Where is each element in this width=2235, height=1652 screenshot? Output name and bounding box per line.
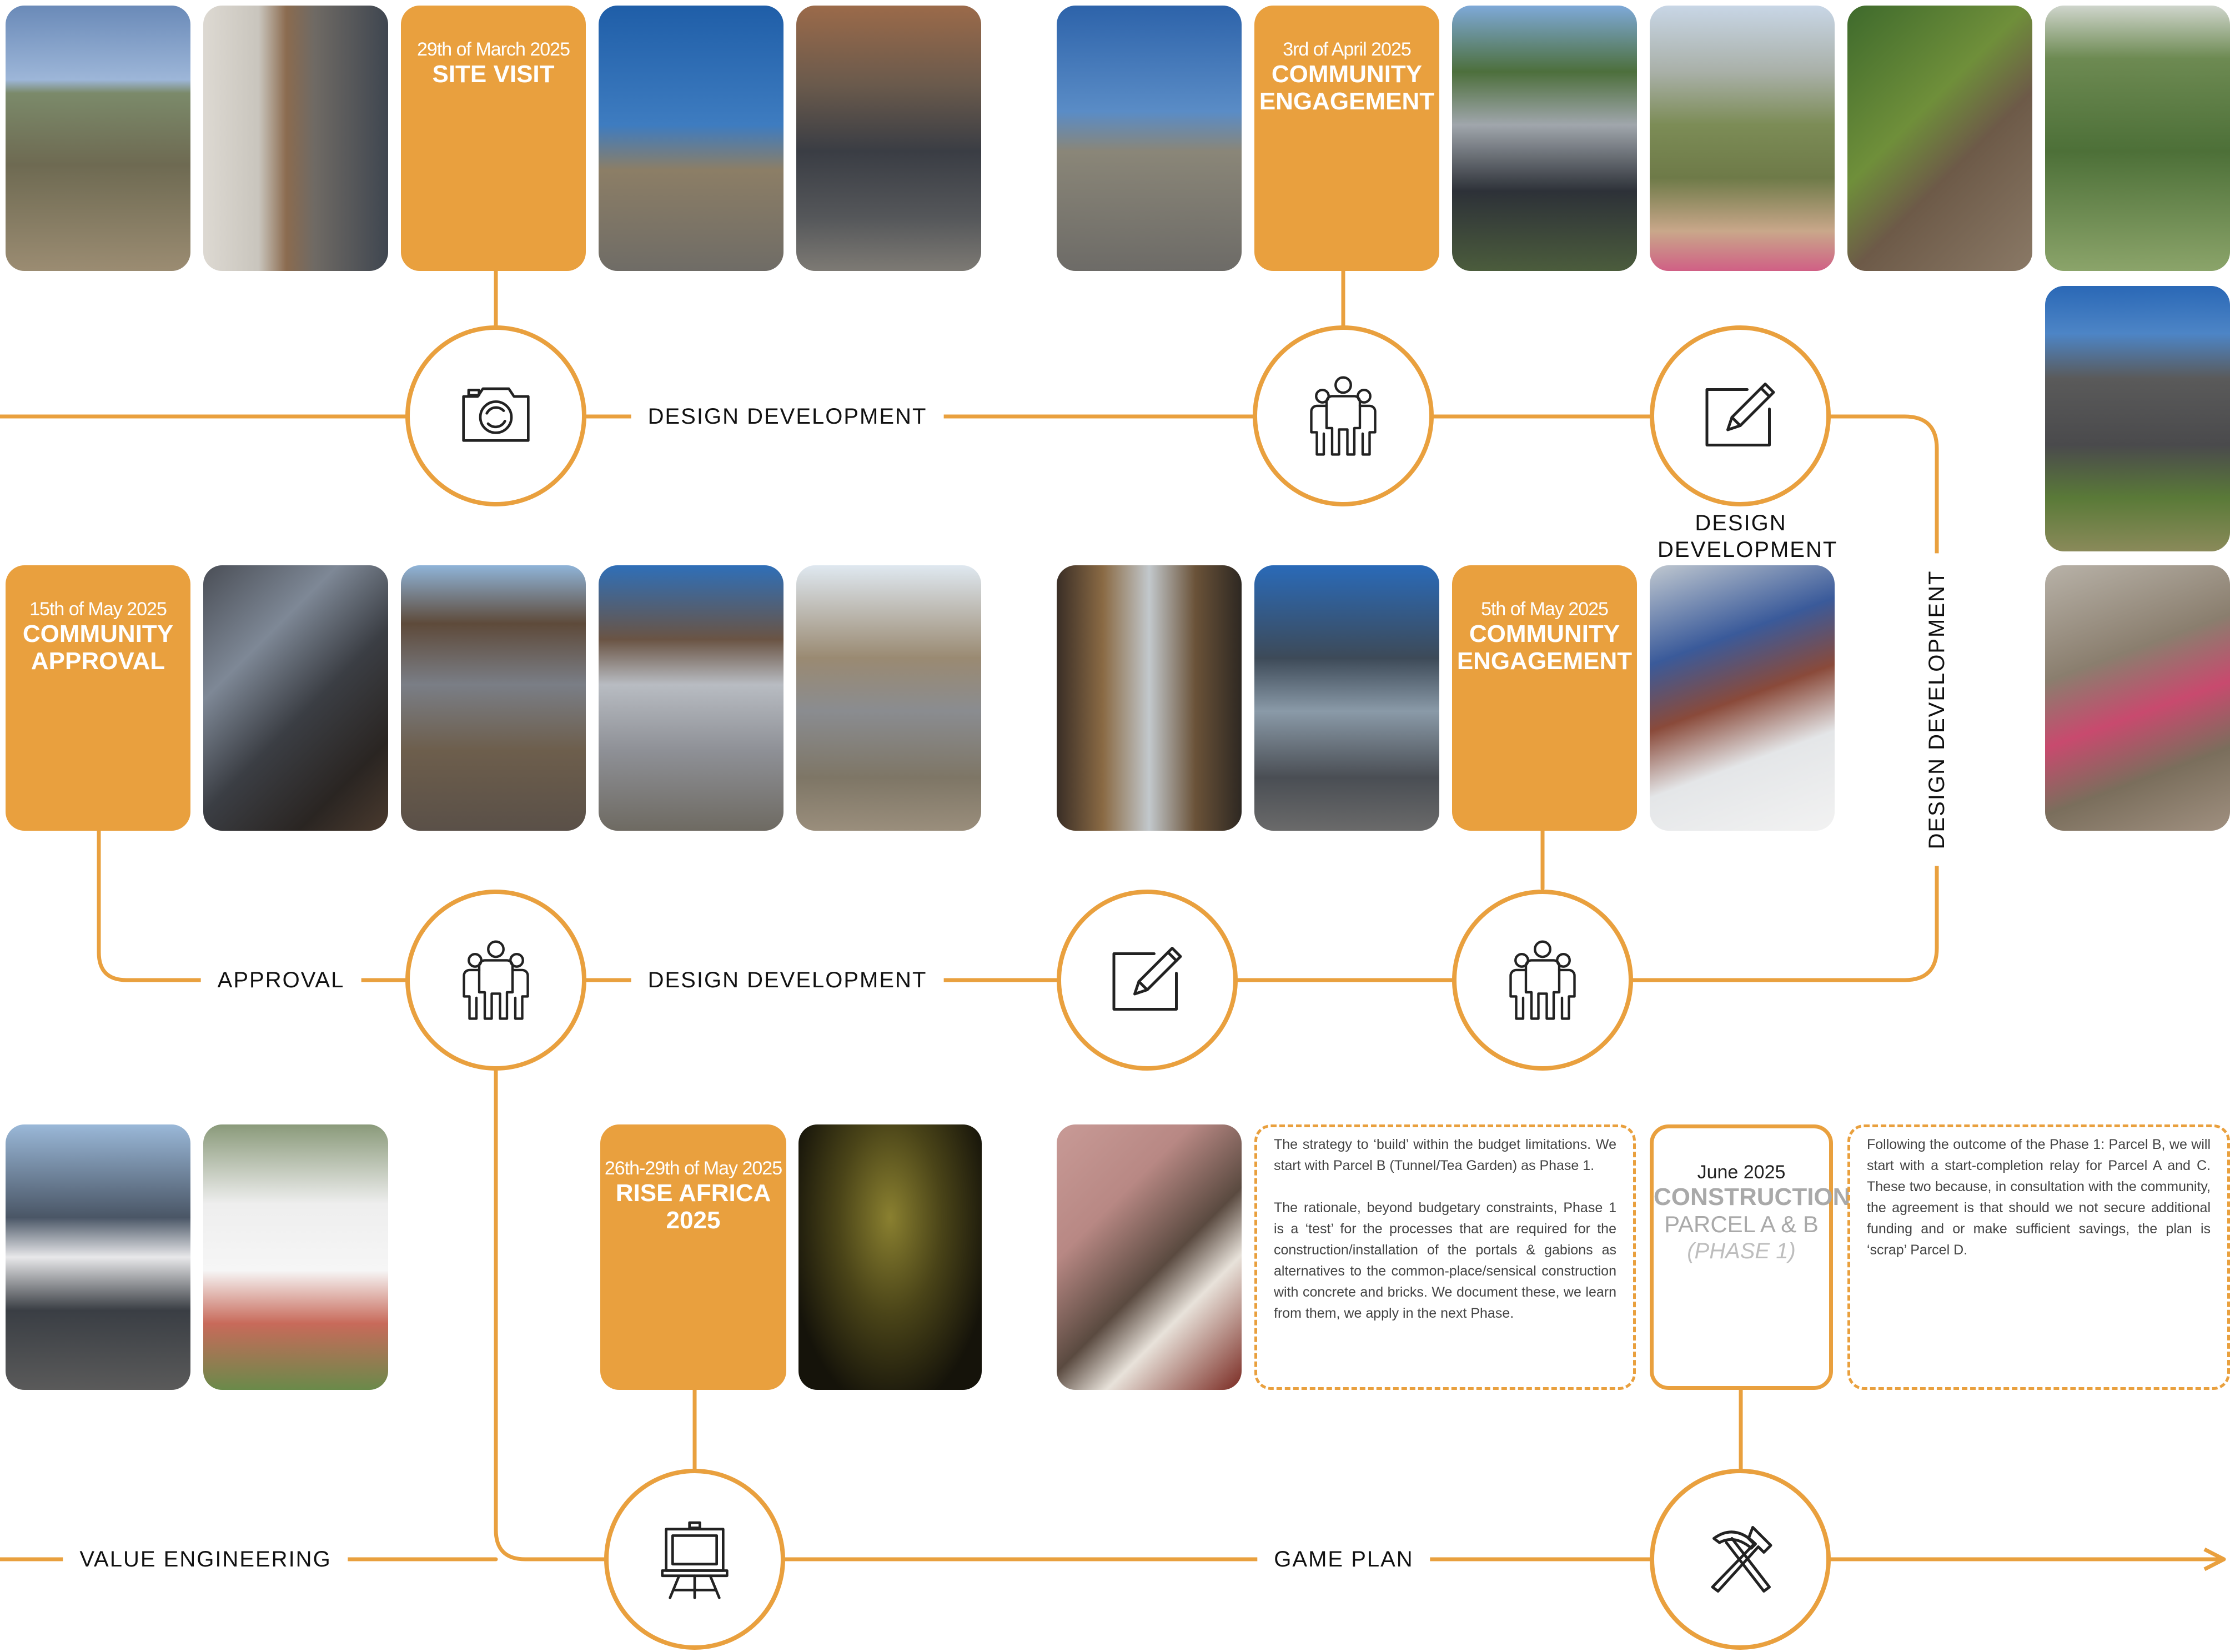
photo-pavilion-wide: [796, 565, 981, 831]
rise-africa-title: RISE AFRICA 2025: [615, 1179, 771, 1234]
approval-title: COMMUNITY APPROVAL: [22, 620, 174, 675]
construction-title: CONSTRUCTION: [1654, 1183, 1851, 1211]
engagement-1-title: COMMUNITY ENGAGEMENT: [1259, 61, 1435, 115]
camera-icon: [451, 377, 540, 455]
photo-greenhouse: [203, 1124, 388, 1390]
photo-glass-door: [1057, 565, 1242, 831]
card-rise-africa: 26th-29th of May 2025 RISE AFRICA 2025: [600, 1124, 786, 1390]
site-visit-date: 29th of March 2025: [417, 39, 570, 60]
approval-date: 15th of May 2025: [29, 599, 167, 620]
card-engagement-1: 3rd of April 2025 COMMUNITY ENGAGEMENT: [1254, 6, 1439, 271]
photo-tunnel-structure: [2045, 286, 2230, 551]
photo-garden-box: [1847, 6, 2032, 271]
node-engagement-2: [1452, 890, 1633, 1071]
photo-community-group: [1452, 6, 1637, 271]
pen-on-paper-icon: [1106, 938, 1189, 1022]
note-strategy: The strategy to ‘build’ within the budge…: [1254, 1124, 1636, 1390]
photo-shack-wall: [203, 6, 388, 271]
card-approval: 15th of May 2025 COMMUNITY APPROVAL: [6, 565, 190, 831]
engagement-2-date: 5th of May 2025: [1481, 599, 1609, 620]
pen-on-paper-icon: [1699, 374, 1782, 458]
photo-gabion-detail: [203, 565, 388, 831]
photo-drawings-table: [1650, 565, 1835, 831]
rise-africa-date: 26th-29th of May 2025: [604, 1158, 782, 1179]
node-approval: [405, 890, 586, 1071]
construction-subtitle: PARCEL A & B: [1664, 1211, 1819, 1237]
photo-drawing-review: [1057, 1124, 1242, 1390]
label-value-engineering: VALUE ENGINEERING: [63, 1546, 348, 1573]
easel-icon: [656, 1515, 734, 1604]
people-icon: [454, 936, 538, 1025]
node-engagement-1: [1253, 325, 1434, 506]
label-design-development-vertical: DESIGN DEVELOPMENT: [1923, 553, 1950, 866]
photo-sculpture: [599, 6, 783, 271]
construction-phase: (PHASE 1): [1687, 1239, 1796, 1263]
photo-vegetables: [2045, 6, 2230, 271]
label-design-development-node: DESIGN DEVELOPMENT: [1630, 510, 1852, 563]
label-approval: APPROVAL: [200, 967, 361, 993]
site-visit-title: SITE VISIT: [432, 61, 555, 88]
engagement-1-date: 3rd of April 2025: [1283, 39, 1412, 60]
node-design: [1650, 325, 1831, 506]
label-design-development-row2: DESIGN DEVELOPMENT: [631, 967, 944, 993]
photo-exhibition-panels: [6, 1124, 190, 1390]
label-game-plan: GAME PLAN: [1257, 1546, 1430, 1573]
hammer-pickaxe-icon: [1699, 1518, 1782, 1601]
card-site-visit: 29th of March 2025 SITE VISIT: [401, 6, 586, 271]
engagement-2-title: COMMUNITY ENGAGEMENT: [1456, 620, 1633, 675]
photo-yard: [1057, 6, 1242, 271]
photo-pavilion-lamps: [599, 565, 783, 831]
photo-solar-panel: [1254, 565, 1439, 831]
photo-garden-rows: [6, 6, 190, 271]
people-icon: [1501, 936, 1584, 1025]
node-rise-africa: [604, 1469, 785, 1650]
node-construction: [1650, 1469, 1831, 1650]
node-design-2: [1057, 890, 1238, 1071]
node-site-visit: [405, 325, 586, 506]
photo-pink-planters: [2045, 565, 2230, 831]
construction-date: June 2025: [1697, 1162, 1786, 1183]
photo-exhibition-night: [798, 1124, 982, 1390]
card-construction: June 2025 CONSTRUCTION PARCEL A & B (PHA…: [1650, 1124, 1851, 1390]
people-icon: [1302, 371, 1385, 460]
label-design-development-row1: DESIGN DEVELOPMENT: [631, 403, 944, 430]
node-design-label-text: DESIGN DEVELOPMENT: [1658, 511, 1838, 562]
photo-planters: [1650, 6, 1835, 271]
photo-group-site: [796, 6, 981, 271]
card-engagement-2: 5th of May 2025 COMMUNITY ENGAGEMENT: [1452, 565, 1637, 831]
note-following: Following the outcome of the Phase 1: Pa…: [1847, 1124, 2230, 1390]
photo-pavilion-deck: [401, 565, 586, 831]
